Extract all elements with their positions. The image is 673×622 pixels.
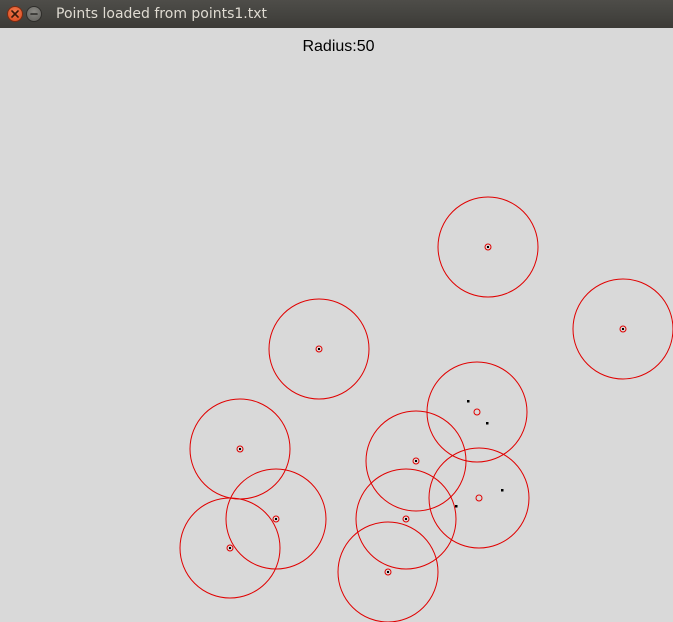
circle-group: [268, 298, 370, 400]
data-point: [486, 422, 489, 425]
center-ring: [475, 494, 483, 502]
center-ring: [473, 408, 481, 416]
circle-group: [337, 521, 439, 622]
minimize-button[interactable]: [26, 6, 42, 22]
data-point: [501, 489, 504, 492]
circle-group: [428, 447, 530, 549]
points-plot: [179, 196, 673, 622]
circle-group: [365, 410, 467, 512]
data-point: [415, 460, 417, 462]
data-point: [467, 400, 470, 403]
circle-group: [355, 468, 457, 570]
radius-circle: [426, 361, 528, 463]
title-bar[interactable]: Points loaded from points1.txt: [0, 0, 673, 28]
data-point: [387, 571, 389, 573]
circle-group: [426, 361, 528, 463]
minimize-icon: [30, 13, 38, 15]
drawing-canvas[interactable]: Radius:50: [0, 28, 673, 622]
data-point: [622, 328, 624, 330]
data-point: [275, 518, 277, 520]
app-window: Points loaded from points1.txt Radius:50: [0, 0, 673, 622]
data-point: [318, 348, 320, 350]
window-title: Points loaded from points1.txt: [56, 6, 268, 22]
close-icon: [11, 10, 19, 18]
close-button[interactable]: [7, 6, 23, 22]
data-point: [229, 547, 231, 549]
data-point: [405, 518, 407, 520]
data-point: [487, 246, 489, 248]
circle-group: [572, 278, 673, 380]
circle-group: [179, 497, 281, 599]
circle-group: [437, 196, 539, 298]
radius-circle: [428, 447, 530, 549]
data-point: [239, 448, 241, 450]
data-point: [455, 505, 458, 508]
